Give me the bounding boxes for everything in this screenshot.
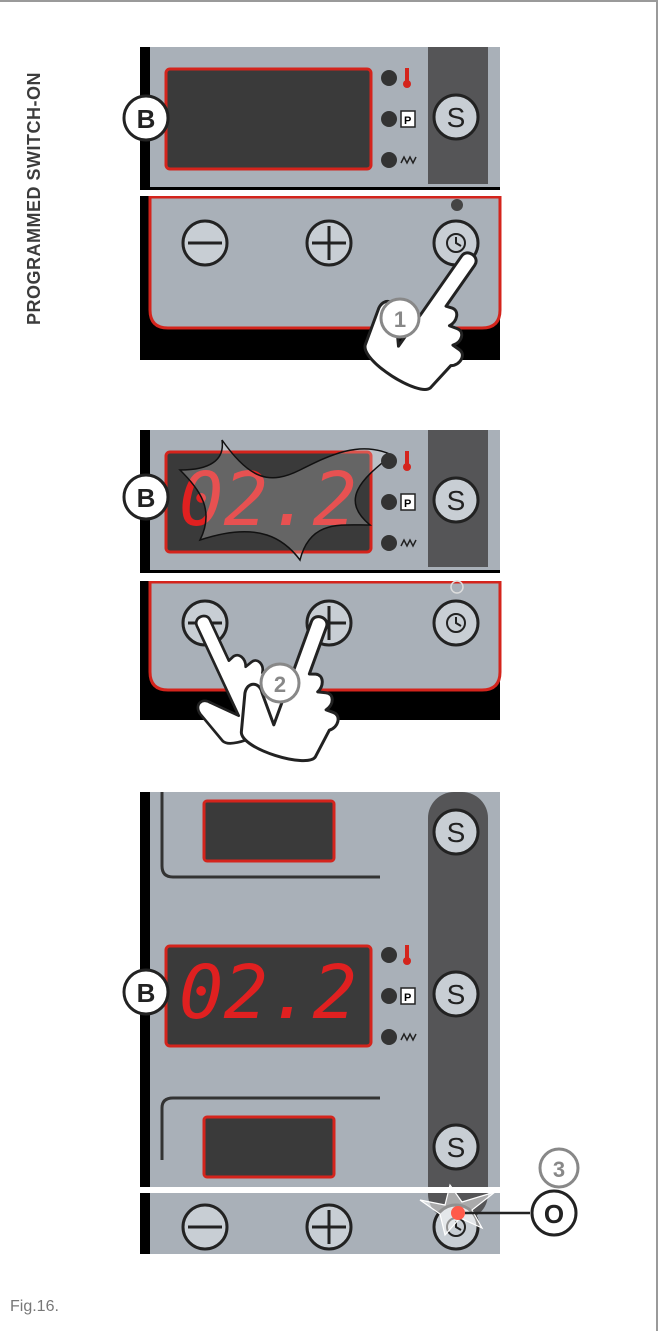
svg-text:S: S [447,485,466,516]
svg-text:1: 1 [394,307,406,332]
svg-text:S: S [447,979,466,1010]
display-screen [164,67,373,171]
figure-canvas: PROGRAMMED SWITCH-ON P S B 1 02.2 P S B … [24,47,580,1254]
step-1-callout: 1 [379,297,421,339]
svg-text:P: P [404,498,411,510]
display-label-callout: B [122,473,170,521]
program-icon: P [400,110,416,128]
display-label-callout: B [122,968,170,1016]
plus-button[interactable] [305,219,353,267]
display-label-callout: B [122,94,170,142]
program-icon: P [400,493,416,511]
svg-text:P: P [404,115,411,127]
svg-text:S: S [447,817,466,848]
svg-text:B: B [137,483,156,513]
figure-caption: Fig.16. [10,1298,59,1315]
svg-text:B: B [137,978,156,1008]
minus-button[interactable] [181,219,229,267]
select-button[interactable]: S [432,476,480,524]
lower-display [202,1115,336,1179]
timer-led-active [451,1206,465,1220]
panel-1: P S B 1 [122,47,516,405]
program-icon: P [400,987,416,1005]
plus-button[interactable] [305,1203,353,1251]
upper-display [202,799,336,863]
svg-text:S: S [447,102,466,133]
select-button-top[interactable]: S [432,808,480,856]
svg-text:B: B [137,104,156,134]
svg-text:2: 2 [274,672,286,697]
panel-3: 02.2 P S S S B [122,792,530,1254]
side-title: PROGRAMMED SWITCH-ON [24,72,44,325]
select-button-middle[interactable]: S [432,970,480,1018]
step-3-callout: 3 [538,1147,580,1189]
svg-text:3: 3 [553,1157,565,1182]
timer-button[interactable] [432,599,480,647]
svg-text:P: P [404,992,411,1004]
svg-text:O: O [544,1199,564,1229]
panel-2: 02.2 P S B 2 [122,430,510,774]
select-button-bottom[interactable]: S [432,1123,480,1171]
step-2-callout: 2 [259,662,301,704]
timer-led [451,199,463,211]
select-button[interactable]: S [432,93,480,141]
indicator-label-callout: O [530,1189,578,1237]
svg-text:S: S [447,1132,466,1163]
display-value: 02.2 [179,950,357,1036]
minus-button[interactable] [181,1203,229,1251]
